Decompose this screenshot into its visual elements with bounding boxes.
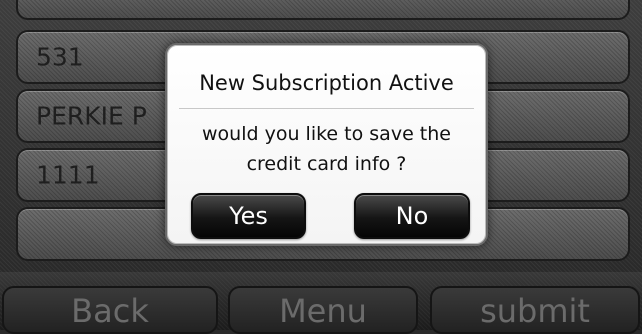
- bottom-bar: Back Menu submit: [0, 272, 642, 334]
- back-button[interactable]: Back: [2, 286, 218, 334]
- yes-button[interactable]: Yes: [191, 193, 306, 239]
- save-card-dialog: New Subscription Active would you like t…: [165, 43, 488, 246]
- form-field-top[interactable]: [16, 0, 630, 20]
- dialog-divider: [179, 108, 474, 109]
- submit-button[interactable]: submit: [430, 286, 640, 334]
- field-value: PERKIE P: [36, 101, 147, 131]
- menu-button[interactable]: Menu: [228, 286, 418, 334]
- dialog-message: would you like to save the credit card i…: [202, 123, 451, 175]
- dialog-title: New Subscription Active: [199, 71, 454, 95]
- app-screen: 531 PERKIE P 1111 Back Menu submit New S…: [0, 0, 642, 334]
- field-value: 1111: [36, 160, 100, 190]
- no-button[interactable]: No: [354, 193, 470, 239]
- field-value: 531: [36, 42, 84, 72]
